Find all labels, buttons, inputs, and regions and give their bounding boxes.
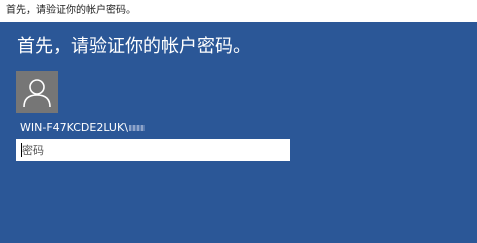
account-username: WIN-F47KCDE2LUK\ <box>20 121 128 134</box>
page-title: 首先，请验证你的帐户密码。 <box>17 36 251 57</box>
password-input[interactable] <box>16 139 290 161</box>
credential-dialog: 首先，请验证你的帐户密码。 首先，请验证你的帐户密码。 WIN-F47KCDE2… <box>0 0 477 243</box>
title-bar: 首先，请验证你的帐户密码。 <box>0 0 477 22</box>
account-name: WIN-F47KCDE2LUK\ <box>20 121 145 135</box>
redacted-username-mark <box>128 125 145 131</box>
text-caret <box>21 143 22 157</box>
window-title: 首先，请验证你的帐户密码。 <box>6 5 136 16</box>
avatar <box>16 71 58 113</box>
user-silhouette-icon <box>23 79 51 108</box>
